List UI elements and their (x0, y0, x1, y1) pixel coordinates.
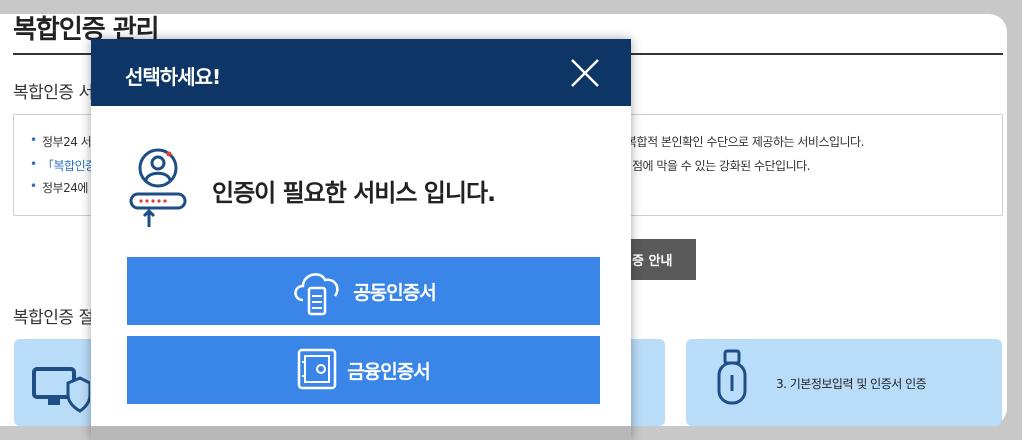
bullet-icon: • (30, 157, 38, 171)
close-icon (571, 59, 599, 87)
modal-scroll-edge (91, 426, 631, 440)
user-password-icon (129, 148, 187, 227)
info-line-1-right: 복합적 본인확인 수단으로 제공하는 서비스입니다. (626, 135, 864, 149)
auth-required-message: 인증이 필요한 서비스 입니다. (212, 179, 496, 207)
close-button[interactable] (569, 57, 601, 89)
info-line-2-right: 점에 막을 수 있는 강화된 수단입니다. (632, 159, 811, 173)
modal-title: 선택하세요! (125, 65, 221, 89)
step3-label: 3. 기본정보입력 및 인증서 인증 (776, 377, 927, 391)
modal-header: 선택하세요! (91, 39, 631, 106)
info-line-2-link[interactable]: 「복합인증 (42, 157, 96, 174)
bullet-icon: • (30, 179, 38, 193)
monitor-shield-icon (32, 367, 90, 413)
auth-guide-button[interactable]: 증 안내 (620, 239, 696, 280)
section-heading-overview: 복합인증 서 (13, 83, 94, 103)
bullet-icon: • (30, 133, 38, 147)
usb-key-icon (717, 349, 747, 405)
financial-certificate-button[interactable]: 금융인증서 (127, 336, 600, 404)
financial-certificate-label: 금융인증서 (347, 360, 430, 383)
section-heading-procedure: 복합인증 절 (13, 308, 94, 328)
auth-guide-button-label: 증 안내 (632, 254, 673, 269)
step-card-3: 3. 기본정보입력 및 인증서 인증 (686, 339, 1002, 426)
safe-icon (298, 348, 337, 390)
joint-certificate-button[interactable]: 공동인증서 (127, 257, 600, 325)
cloud-server-icon (294, 273, 339, 316)
auth-select-modal: 선택하세요! 인증이 필요한 서비스 입니다. 공동인증서 금융인증서 (91, 39, 631, 440)
info-line-3-left: 정부24에 (42, 181, 88, 195)
info-line-1-left: 정부24 서 (42, 135, 92, 149)
joint-certificate-label: 공동인증서 (353, 281, 436, 304)
